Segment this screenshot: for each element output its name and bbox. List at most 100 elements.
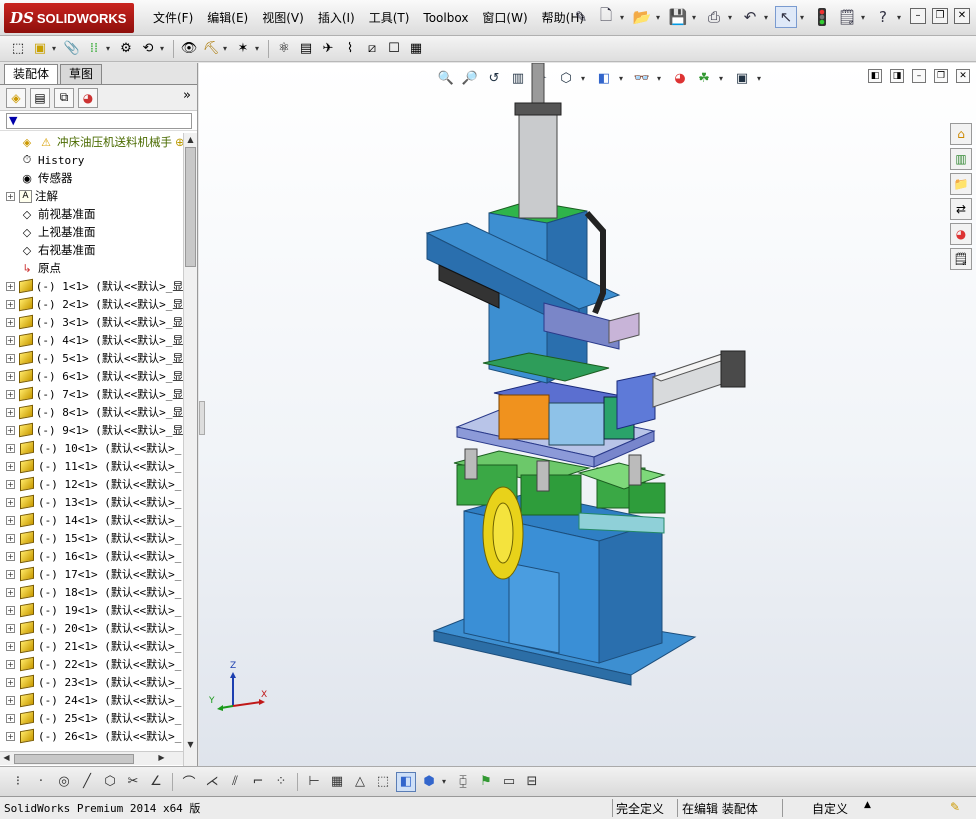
expand-toggle-icon[interactable]: + [6, 587, 15, 597]
tab-sketch[interactable]: 草图 [60, 64, 103, 84]
tree-part-row[interactable]: + (-) 11<1> (默认<<默认>_ [0, 457, 183, 475]
tree-part-row[interactable]: + (-) 7<1> (默认<<默认>_显 [0, 385, 183, 403]
options-icon[interactable]: 🗒 [836, 6, 858, 28]
display-manager-icon[interactable]: ◕ [78, 87, 98, 108]
dropdown-arrow-icon[interactable]: ▾ [442, 777, 450, 786]
dropdown-arrow-icon[interactable]: ▾ [728, 13, 736, 22]
reference-geometry-icon[interactable]: ✶ [233, 39, 253, 59]
tree-part-row[interactable]: + (-) 18<1> (默认<<默认>_ [0, 583, 183, 601]
menu-item[interactable]: 视图(V) [255, 9, 311, 27]
scrollbar-thumb[interactable] [14, 754, 134, 764]
tree-item[interactable]: ◇ 上视基准面 [0, 223, 183, 241]
tree-part-row[interactable]: + (-) 10<1> (默认<<默认>_ [0, 439, 183, 457]
tree-part-row[interactable]: + (-) 20<1> (默认<<默认>_ [0, 619, 183, 637]
dropdown-arrow-icon[interactable]: ▾ [656, 13, 664, 22]
circle-icon[interactable]: ◎ [54, 772, 74, 792]
expand-toggle-icon[interactable]: + [6, 605, 15, 615]
tree-part-row[interactable]: + (-) 4<1> (默认<<默认>_显 [0, 331, 183, 349]
status-units[interactable]: 自定义 [812, 800, 848, 817]
expand-toggle-icon[interactable]: + [6, 677, 15, 687]
dropdown-arrow-icon[interactable]: ▾ [620, 13, 628, 22]
split-window-icon[interactable]: ⊟ [522, 772, 542, 792]
expand-toggle-icon[interactable]: + [6, 515, 15, 525]
tree-part-row[interactable]: + (-) 13<1> (默认<<默认>_ [0, 493, 183, 511]
expand-toggle-icon[interactable]: + [6, 281, 15, 291]
dropdown-arrow-icon[interactable]: ▾ [861, 13, 869, 22]
scroll-right-icon[interactable]: ▶ [156, 752, 167, 764]
fillet-icon[interactable]: ⌒ [179, 772, 199, 792]
polygon-icon[interactable]: ⬡ [100, 772, 120, 792]
close-icon[interactable]: ✕ [954, 8, 970, 24]
menu-item[interactable]: 窗口(W) [475, 9, 534, 27]
corner-icon[interactable]: ⌐ [248, 772, 268, 792]
scroll-up-icon[interactable]: ▲ [185, 134, 196, 146]
tree-root[interactable]: ◈ ⚠ 冲床油压机送料机械手 ⊕ [0, 133, 183, 151]
solidworks-logo[interactable]: DS SOLIDWORKS [4, 3, 134, 33]
ruler-icon[interactable]: ⧮ [453, 772, 473, 792]
expand-toggle-icon[interactable]: + [6, 191, 15, 201]
expand-toggle-icon[interactable]: + [6, 299, 15, 309]
dropdown-arrow-icon[interactable]: ▾ [800, 13, 808, 22]
save-icon[interactable]: 💾 [667, 6, 689, 28]
menu-item[interactable]: 编辑(E) [200, 9, 255, 27]
tree-part-row[interactable]: + (-) 3<1> (默认<<默认>_显 [0, 313, 183, 331]
units-arrow-icon[interactable]: ▲ [864, 800, 871, 810]
scroll-left-icon[interactable]: ◀ [1, 752, 12, 764]
new-part-icon[interactable]: ▣ [30, 39, 50, 59]
mate-icon[interactable]: 📎 [62, 39, 82, 59]
dropdown-arrow-icon[interactable]: ▾ [52, 44, 60, 53]
pin-icon[interactable]: ✎ [570, 6, 592, 28]
clearance-verification-icon[interactable]: ☐ [384, 39, 404, 59]
menu-item[interactable]: Toolbox [416, 9, 475, 27]
rebuild-traffic-light-icon[interactable] [811, 6, 833, 28]
bill-of-materials-icon[interactable]: ⚛ [274, 39, 294, 59]
tree-part-row[interactable]: + (-) 22<1> (默认<<默认>_ [0, 655, 183, 673]
tree-part-row[interactable]: + (-) 12<1> (默认<<默认>_ [0, 475, 183, 493]
display-mode-icon[interactable]: ⬢ [419, 772, 439, 792]
tree-part-row[interactable]: + (-) 16<1> (默认<<默认>_ [0, 547, 183, 565]
window-icon[interactable]: ▭ [499, 772, 519, 792]
expand-toggle-icon[interactable]: + [6, 569, 15, 579]
scroll-down-icon[interactable]: ▼ [185, 739, 196, 751]
tree-part-row[interactable]: + (-) 9<1> (默认<<默认>_显 [0, 421, 183, 439]
expand-toggle-icon[interactable]: + [6, 389, 15, 399]
tree-part-row[interactable]: + (-) 21<1> (默认<<默认>_ [0, 637, 183, 655]
flag-icon[interactable]: ⚑ [476, 772, 496, 792]
tree-item[interactable]: ◉ 传感器 [0, 169, 183, 187]
feature-manager-tree-icon[interactable]: ◈ [6, 87, 26, 108]
tree-part-row[interactable]: + (-) 2<1> (默认<<默认>_显 [0, 295, 183, 313]
move-component-icon[interactable]: ⟲ [138, 39, 158, 59]
expand-toggle-icon[interactable]: + [6, 659, 15, 669]
3d-model-press-feeder-robot[interactable] [199, 63, 976, 766]
tree-item[interactable]: ◇ 前视基准面 [0, 205, 183, 223]
hole-alignment-icon[interactable]: ▦ [406, 39, 426, 59]
help-icon[interactable]: ? [872, 6, 894, 28]
quick-tips-icon[interactable]: ✎ [950, 800, 960, 814]
tree-part-row[interactable]: + (-) 24<1> (默认<<默认>_ [0, 691, 183, 709]
menu-item[interactable]: 工具(T) [362, 9, 417, 27]
filter-input[interactable]: ▼ [6, 112, 192, 129]
tree-part-row[interactable]: + (-) 25<1> (默认<<默认>_ [0, 709, 183, 727]
dropdown-arrow-icon[interactable]: ▾ [692, 13, 700, 22]
tree-part-row[interactable]: + (-) 14<1> (默认<<默认>_ [0, 511, 183, 529]
angle-icon[interactable]: ∠ [146, 772, 166, 792]
expand-toggle-icon[interactable]: + [6, 695, 15, 705]
expand-toggle-icon[interactable]: + [6, 443, 15, 453]
restore-icon[interactable]: ❐ [932, 8, 948, 24]
menu-item[interactable]: 插入(I) [311, 9, 362, 27]
tree-part-row[interactable]: + (-) 5<1> (默认<<默认>_显 [0, 349, 183, 367]
pattern-icon[interactable]: ⁘ [271, 772, 291, 792]
dropdown-arrow-icon[interactable]: ▾ [106, 44, 114, 53]
tree-item[interactable]: ↳ 原点 [0, 259, 183, 277]
expand-toggle-icon[interactable]: + [6, 317, 15, 327]
expand-toggle-icon[interactable]: + [6, 623, 15, 633]
tree-part-row[interactable]: + (-) 19<1> (默认<<默认>_ [0, 601, 183, 619]
expand-panel-icon[interactable]: » [183, 88, 191, 103]
undo-icon[interactable]: ↶ [739, 6, 761, 28]
open-folder-icon[interactable]: 📂 [631, 6, 653, 28]
tree-part-row[interactable]: + (-) 23<1> (默认<<默认>_ [0, 673, 183, 691]
expand-toggle-icon[interactable]: + [6, 641, 15, 651]
tree-vertical-scrollbar[interactable]: ▲ ▼ [183, 133, 197, 813]
graphics-area[interactable]: 🔍 🔎 ↺ ▥ ✦ ⬡▾ ◧▾ 👓▾ ◕ ☘▾ ▣▾ ◧ ◨ – ❐ ✕ ⌂ ▥… [199, 63, 976, 766]
interference-detection-icon[interactable]: ⧄ [362, 39, 382, 59]
